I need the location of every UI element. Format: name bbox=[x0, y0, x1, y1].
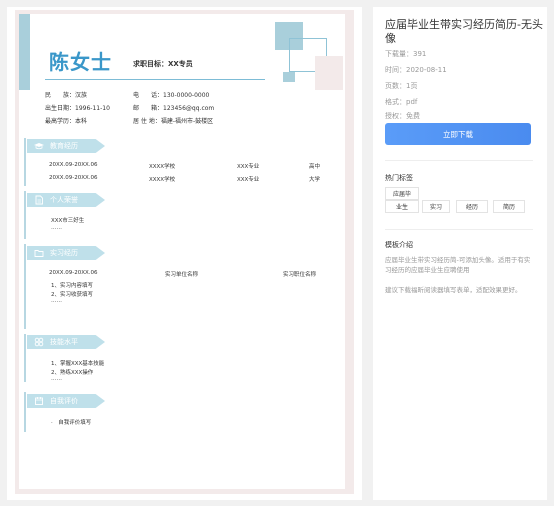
section-rail bbox=[24, 244, 26, 329]
edu-school: XXXX学校 bbox=[149, 177, 176, 183]
section-title: 实习经历 bbox=[50, 249, 78, 257]
info-label: 出生日期： bbox=[45, 105, 76, 112]
intern-date: 20XX.09-20XX.06 bbox=[49, 270, 98, 276]
skill-line: …… bbox=[51, 376, 62, 382]
resume-page: 陈女士 求职目标：XX专员 民 族：汉族 电 话：130-0000-0000 出… bbox=[19, 14, 345, 489]
section-skills-header: 技能水平 bbox=[27, 335, 105, 349]
tag-item[interactable]: 经历 bbox=[456, 200, 488, 213]
section-title: 自我评价 bbox=[50, 397, 78, 405]
info-value: 1996-11-10 bbox=[75, 105, 110, 112]
meta-pages: 页数：1页 bbox=[385, 82, 418, 90]
decorative-square-pink bbox=[315, 56, 343, 90]
info-value: 130-0000-0000 bbox=[163, 92, 210, 99]
honor-item: …… bbox=[51, 225, 62, 231]
info-residence: 居 住 地：福建-福州市-鼓楼区 bbox=[133, 116, 213, 125]
edu-school: XXXX学校 bbox=[149, 164, 176, 170]
info-phone: 电 话：130-0000-0000 bbox=[133, 90, 209, 99]
skill-line: 2、熟练XXX操作 bbox=[51, 370, 94, 376]
puzzle-icon bbox=[34, 337, 44, 347]
resume-name: 陈女士 bbox=[49, 50, 112, 74]
section-rail bbox=[24, 334, 26, 382]
calendar-icon bbox=[34, 396, 44, 406]
template-title: 应届毕业生带实习经历简历-无头像 bbox=[385, 18, 543, 45]
info-ethnicity: 民 族：汉族 bbox=[45, 90, 87, 99]
section-self-eval-header: 自我评价 bbox=[27, 394, 105, 408]
decorative-square-small bbox=[283, 72, 295, 82]
skill-line: 1、掌握XXX基本技能 bbox=[51, 361, 105, 367]
info-birthdate: 出生日期：1996-11-10 bbox=[45, 103, 110, 112]
meta-license: 授权：免费 bbox=[385, 112, 420, 120]
detail-sidebar: 应届毕业生带实习经历简历-无头像 下载量：391 时间：2020-08-11 页… bbox=[373, 7, 547, 500]
info-label: 邮 箱： bbox=[133, 105, 164, 112]
intern-line: 2、实习收获填写 bbox=[51, 292, 93, 298]
info-value: 汉族 bbox=[75, 92, 88, 99]
meta-date: 时间：2020-08-11 bbox=[385, 66, 447, 74]
document-icon bbox=[34, 195, 44, 205]
self-eval-line: · 自我评价填写 bbox=[51, 420, 92, 426]
info-label: 最高学历： bbox=[45, 118, 76, 125]
intro-heading: 模板介绍 bbox=[385, 241, 413, 249]
intern-line: …… bbox=[51, 298, 62, 304]
section-education-header: 教育经历 bbox=[27, 139, 105, 153]
info-value: 123456@qq.com bbox=[163, 105, 215, 112]
edu-major: XXX专业 bbox=[237, 164, 260, 170]
tag-item[interactable]: 实习 bbox=[422, 200, 450, 213]
decorative-strip bbox=[19, 14, 30, 90]
tag-item[interactable]: 应届毕 bbox=[385, 187, 419, 200]
info-value: 本科 bbox=[75, 118, 88, 125]
section-title: 个人荣誉 bbox=[50, 196, 78, 204]
graduation-cap-icon bbox=[34, 141, 44, 151]
edu-level: 大学 bbox=[309, 177, 321, 183]
resume-document[interactable]: 陈女士 求职目标：XX专员 民 族：汉族 电 话：130-0000-0000 出… bbox=[15, 10, 354, 494]
section-title: 技能水平 bbox=[50, 338, 78, 346]
meta-downloads: 下载量：391 bbox=[385, 50, 427, 58]
honor-item: XXX市三好生 bbox=[51, 218, 85, 224]
info-education-level: 最高学历：本科 bbox=[45, 116, 87, 125]
edu-date: 20XX.09-20XX.06 bbox=[49, 175, 98, 181]
header-rule bbox=[45, 79, 265, 80]
section-internship-header: 实习经历 bbox=[27, 246, 105, 260]
info-label: 民 族： bbox=[45, 92, 76, 99]
job-objective: 求职目标：XX专员 bbox=[133, 60, 193, 68]
tag-item[interactable]: 业生 bbox=[385, 200, 419, 213]
section-honors-header: 个人荣誉 bbox=[27, 193, 105, 207]
edu-major: XXX专业 bbox=[237, 177, 260, 183]
section-rail bbox=[24, 392, 26, 432]
edu-level: 高中 bbox=[309, 164, 321, 170]
section-rail bbox=[24, 138, 26, 186]
folder-icon bbox=[34, 248, 44, 258]
edu-date: 20XX.09-20XX.06 bbox=[49, 162, 98, 168]
divider bbox=[385, 229, 533, 230]
section-title: 教育经历 bbox=[50, 142, 78, 150]
intern-line: 1、实习内容填写 bbox=[51, 283, 93, 289]
info-email: 邮 箱：123456@qq.com bbox=[133, 103, 214, 112]
intro-paragraph: 应届毕业生带实习经历简-可添加头像。适用于有实习经历的应届毕业生应聘使用 bbox=[385, 256, 531, 274]
info-value: 福建-福州市-鼓楼区 bbox=[160, 118, 214, 125]
tags-heading: 热门标签 bbox=[385, 174, 413, 182]
divider bbox=[385, 160, 533, 161]
meta-format: 格式：pdf bbox=[385, 98, 418, 106]
intro-paragraph: 建议下载福昕阅读器填写表单，适配效果更好。 bbox=[385, 286, 522, 294]
resume-preview-panel: 陈女士 求职目标：XX专员 民 族：汉族 电 话：130-0000-0000 出… bbox=[7, 7, 362, 500]
intern-company: 实习单位名称 bbox=[165, 272, 199, 278]
info-label: 电 话： bbox=[133, 92, 164, 99]
info-label: 居 住 地： bbox=[133, 118, 161, 125]
intern-position: 实习职位名称 bbox=[283, 272, 317, 278]
tag-item[interactable]: 简历 bbox=[493, 200, 525, 213]
download-button[interactable]: 立即下载 bbox=[385, 123, 531, 145]
section-rail bbox=[24, 191, 26, 239]
